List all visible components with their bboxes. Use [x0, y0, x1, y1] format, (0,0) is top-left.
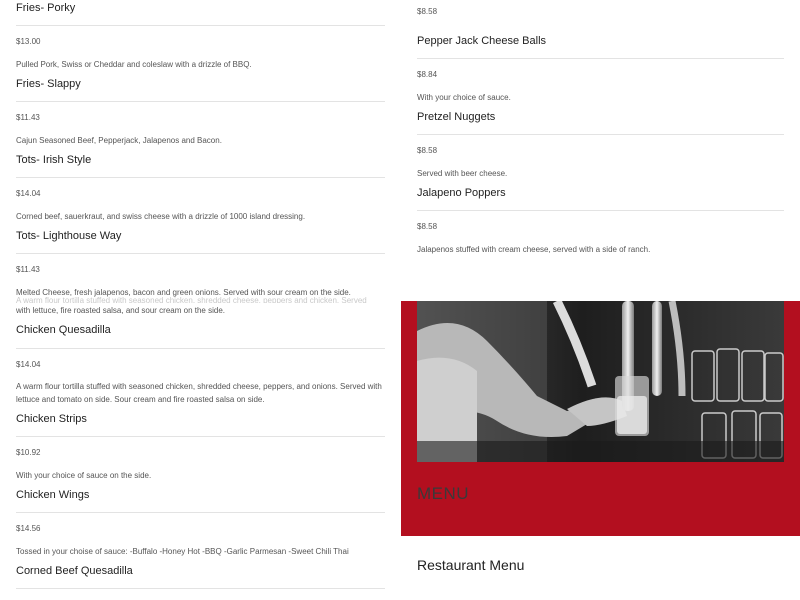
- menu-item-description: With your choice of sauce on the side.: [16, 471, 152, 480]
- divider: [16, 253, 385, 254]
- divider: [16, 348, 385, 349]
- menu-item-description: Tossed in your choise of sauce: -Buffalo…: [16, 547, 349, 556]
- menu-item-name: Tots- Irish Style: [16, 154, 92, 166]
- menu-item-price: $8.58: [417, 7, 438, 16]
- divider: [417, 134, 784, 135]
- menu-item-price: $14.56: [16, 524, 41, 533]
- menu-item-description: Pulled Pork, Swiss or Cheddar and colesl…: [16, 60, 252, 69]
- menu-item-description: With your choice of sauce.: [417, 93, 511, 102]
- menu-item-name: Corned Beef Quesadilla: [16, 565, 133, 577]
- divider: [16, 101, 385, 102]
- divider: [16, 177, 385, 178]
- menu-item-name: Fries- Porky: [16, 2, 76, 14]
- menu-item-price: $11.43: [16, 265, 40, 274]
- restaurant-menu-title: Restaurant Menu: [417, 557, 525, 573]
- menu-item-price: $8.58: [417, 146, 438, 155]
- menu-item-name: Chicken Strips: [16, 413, 87, 425]
- menu-page: Fries- Porky $13.00 Pulled Pork, Swiss o…: [0, 0, 800, 600]
- overlapped-description-text: A warm flour tortilla stuffed with seaso…: [16, 296, 367, 303]
- overlapped-description-text-line2: with lettuce, fire roasted salsa, and so…: [16, 306, 225, 315]
- menu-item-description: Cajun Seasoned Beef, Pepperjack, Jalapen…: [16, 136, 222, 145]
- divider: [16, 436, 385, 437]
- divider: [16, 25, 385, 26]
- menu-item-name: Pepper Jack Cheese Balls: [417, 35, 547, 47]
- menu-item-description: Corned beef, sauerkraut, and swiss chees…: [16, 212, 306, 221]
- menu-item-name: Chicken Quesadilla: [16, 324, 111, 336]
- menu-item-price: $13.00: [16, 37, 41, 46]
- menu-item-name: Jalapeno Poppers: [417, 187, 506, 199]
- menu-item-description: Jalapenos stuffed with cream cheese, ser…: [417, 245, 651, 254]
- menu-item-name: Fries- Slappy: [16, 78, 81, 90]
- divider: [417, 210, 784, 211]
- menu-item-description: A warm flour tortilla stuffed with seaso…: [16, 382, 382, 404]
- menu-item-price: $14.04: [16, 360, 41, 369]
- menu-item-price: $8.58: [417, 222, 438, 231]
- menu-item-price: $8.84: [417, 70, 438, 79]
- menu-item-name: Tots- Lighthouse Way: [16, 230, 122, 242]
- menu-item-price: $14.04: [16, 189, 41, 198]
- menu-item-description: Served with beer cheese.: [417, 169, 508, 178]
- divider: [417, 58, 784, 59]
- menu-item-name: Chicken Wings: [16, 489, 90, 501]
- divider: [16, 512, 385, 513]
- menu-item-price: $10.92: [16, 448, 41, 457]
- divider: [16, 588, 385, 589]
- bartender-pouring-beer-photo: [417, 301, 784, 462]
- menu-heading: MENU: [417, 484, 470, 503]
- menu-item-name: Pretzel Nuggets: [417, 111, 496, 123]
- menu-item-price: $11.43: [16, 113, 40, 122]
